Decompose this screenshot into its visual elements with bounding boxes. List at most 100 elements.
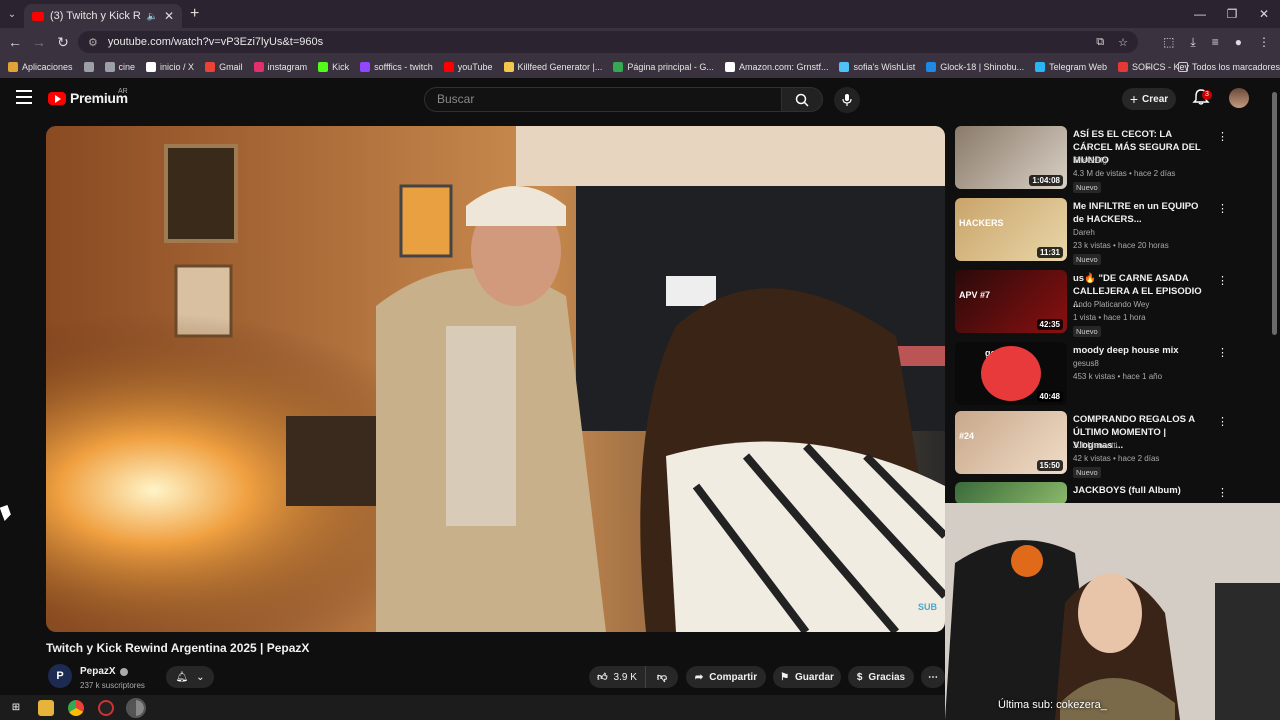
more-actions-button[interactable]: ⋯ <box>921 666 945 688</box>
new-tab-button[interactable]: + <box>190 5 199 23</box>
bookmark-favicon-icon <box>83 62 94 72</box>
browser-tab[interactable]: (3) Twitch y Kick Rewind Ar 🔈 ✕ <box>24 4 182 28</box>
new-badge: Nuevo <box>1073 326 1101 337</box>
back-button[interactable]: ← <box>3 34 27 50</box>
file-explorer-icon[interactable] <box>38 699 54 716</box>
all-bookmarks[interactable]: Todos los marcadores <box>1178 62 1280 72</box>
video-thumbnail[interactable]: 1:04:08 <box>955 126 1067 189</box>
forward-button[interactable]: → <box>27 34 51 50</box>
recommendation-item[interactable]: gesus840:48 moody deep house mix gesus8 453… <box>955 342 1228 408</box>
bookmark-item[interactable]: youTube <box>443 62 493 72</box>
minimize-button[interactable]: — <box>1184 0 1216 28</box>
bookmark-item[interactable]: cine <box>104 62 135 72</box>
bookmark-label: inicio / X <box>160 62 195 72</box>
save-button[interactable]: ⚑ Guardar <box>773 666 841 688</box>
bookmark-item[interactable]: sofffics - twitch <box>360 62 433 72</box>
speaker-icon[interactable]: 🔈 <box>147 11 158 22</box>
search-button[interactable] <box>781 87 823 112</box>
bookmark-item[interactable]: Página principal - G... <box>613 62 714 72</box>
bell-icon: 🔔︎ <box>175 671 189 683</box>
bookmark-item[interactable]: Killfeed Generator |... <box>503 62 603 72</box>
kebab-menu-icon[interactable]: ⋮ <box>1217 202 1228 215</box>
recommendation-meta: 23 k vistas • hace 20 horas <box>1073 241 1169 250</box>
bookmarks-bar: Aplicaciones cine inicio / X Gmail instagram… <box>0 56 1280 78</box>
bookmark-item[interactable]: Kick <box>318 62 349 72</box>
downloads-icon[interactable]: ⤓ <box>1190 35 1195 50</box>
voice-search-button[interactable] <box>834 87 860 113</box>
recommendation-item[interactable]: APV #7 42:35 us🔥 "DE CARNE ASADA CALLEJERA… <box>955 270 1228 337</box>
bookmark-item[interactable] <box>83 62 94 72</box>
hamburger-menu-icon[interactable] <box>16 90 32 104</box>
video-thumbnail[interactable]: HACKERS 11:31 <box>955 198 1067 261</box>
bookmark-item[interactable]: Telegram Web <box>1035 62 1107 72</box>
search-input[interactable]: Buscar <box>424 87 782 112</box>
like-button[interactable]: 👍︎ 3.9 K <box>589 666 645 688</box>
dislike-button[interactable]: 👎︎ <box>645 666 678 688</box>
profile-icon[interactable]: ● <box>1235 35 1242 49</box>
bookmark-item[interactable]: Amazon.com: Grnstf... <box>724 62 828 72</box>
obs-icon[interactable] <box>98 699 114 716</box>
channel-avatar[interactable]: P <box>48 664 72 688</box>
extensions-icon[interactable]: ⬚ <box>1163 35 1174 49</box>
bookmarks-overflow-icon[interactable]: » <box>1146 62 1151 72</box>
bookmark-item[interactable]: Aplicaciones <box>8 62 73 72</box>
recommendation-channel: TheGrefg <box>1073 156 1107 165</box>
bookmark-label: Kick <box>332 62 350 72</box>
recommendation-channel: Dareh <box>1073 228 1095 237</box>
channel-name: PepazX <box>80 666 116 677</box>
bookmark-favicon-icon <box>253 62 264 72</box>
bookmark-item[interactable]: Gmail <box>205 62 243 72</box>
kebab-menu-icon[interactable]: ⋮ <box>1217 415 1228 428</box>
chrome-icon[interactable] <box>68 699 84 716</box>
recommendation-item[interactable]: HACKERS 11:31 Me INFILTRE en un EQUIPO de … <box>955 198 1228 265</box>
youtube-logo[interactable]: Premium AR <box>48 88 128 106</box>
video-thumbnail[interactable]: gesus840:48 <box>955 342 1067 405</box>
page-scrollbar[interactable] <box>1272 92 1277 335</box>
account-avatar[interactable] <box>1229 88 1249 108</box>
reload-button[interactable]: ↻ <box>51 34 75 51</box>
tab-search-button[interactable]: ⌄ <box>0 0 24 28</box>
reading-list-icon[interactable]: ≡ <box>1212 35 1219 49</box>
restore-button[interactable]: ❐ <box>1216 0 1248 28</box>
bookmark-item[interactable]: sofia's WishList <box>839 62 915 72</box>
bookmark-label: Killfeed Generator |... <box>517 62 603 72</box>
site-info-icon[interactable]: ⚙ <box>88 36 98 49</box>
close-window-button[interactable]: ✕ <box>1248 0 1280 28</box>
recommendation-title: Me INFILTRE en un EQUIPO de HACKERS... <box>1073 201 1199 225</box>
bookmark-item[interactable]: instagram <box>253 62 307 72</box>
recommendation-item[interactable]: #24 15:50 COMPRANDO REGALOS A ÚLTIMO MOMEN… <box>955 411 1228 478</box>
share-button[interactable]: ➦ Compartir <box>686 666 766 688</box>
subscriber-count: 237 k suscriptores <box>80 681 145 690</box>
kebab-menu-icon[interactable]: ⋮ <box>1217 486 1228 499</box>
video-thumbnail[interactable]: #24 15:50 <box>955 411 1067 474</box>
recommendation-item[interactable]: 1:04:08 ASÍ ES EL CECOT: LA CÁRCEL MÁS SE… <box>955 126 1228 193</box>
create-button[interactable]: + Crear <box>1122 88 1176 110</box>
address-bar[interactable]: ⚙ youtube.com/watch?v=vP3Ezi7lyUs&t=960s… <box>78 31 1138 53</box>
recommendation-meta: 1 vista • hace 1 hora <box>1073 313 1146 322</box>
chrome-active-icon[interactable] <box>126 697 146 718</box>
channel-watermark: SUB <box>917 602 937 612</box>
install-app-icon[interactable]: ⧉ <box>1096 36 1104 49</box>
close-tab-icon[interactable]: ✕ <box>164 9 174 23</box>
video-thumbnail[interactable] <box>955 482 1067 504</box>
kebab-menu-icon[interactable]: ⋮ <box>1217 274 1228 287</box>
webcam-frame <box>945 503 1280 720</box>
bookmark-favicon-icon <box>8 62 18 72</box>
video-player[interactable]: SUB <box>46 126 945 632</box>
bookmark-star-icon[interactable]: ☆ <box>1118 36 1128 49</box>
windows-start-icon[interactable]: ⊞ <box>8 700 24 716</box>
bookmark-item[interactable]: Glock-18 | Shinobu... <box>926 62 1024 72</box>
kebab-menu-icon[interactable]: ⋮ <box>1217 130 1228 143</box>
bookmark-favicon-icon <box>443 62 454 72</box>
kebab-menu-icon[interactable]: ⋮ <box>1217 346 1228 359</box>
bookmark-item[interactable]: inicio / X <box>146 62 194 72</box>
browser-menu-icon[interactable]: ⋮ <box>1258 35 1270 49</box>
search-icon <box>795 93 809 107</box>
video-thumbnail[interactable]: APV #7 42:35 <box>955 270 1067 333</box>
subscription-bell-button[interactable]: 🔔︎ ⌄ <box>166 666 214 688</box>
channel-name-row[interactable]: PepazX <box>80 666 128 677</box>
thanks-button[interactable]: $ Gracias <box>848 666 914 688</box>
bookmark-favicon-icon <box>205 62 216 72</box>
create-label: Crear <box>1142 93 1169 105</box>
thumbnail-text: HACKERS <box>959 218 1004 228</box>
